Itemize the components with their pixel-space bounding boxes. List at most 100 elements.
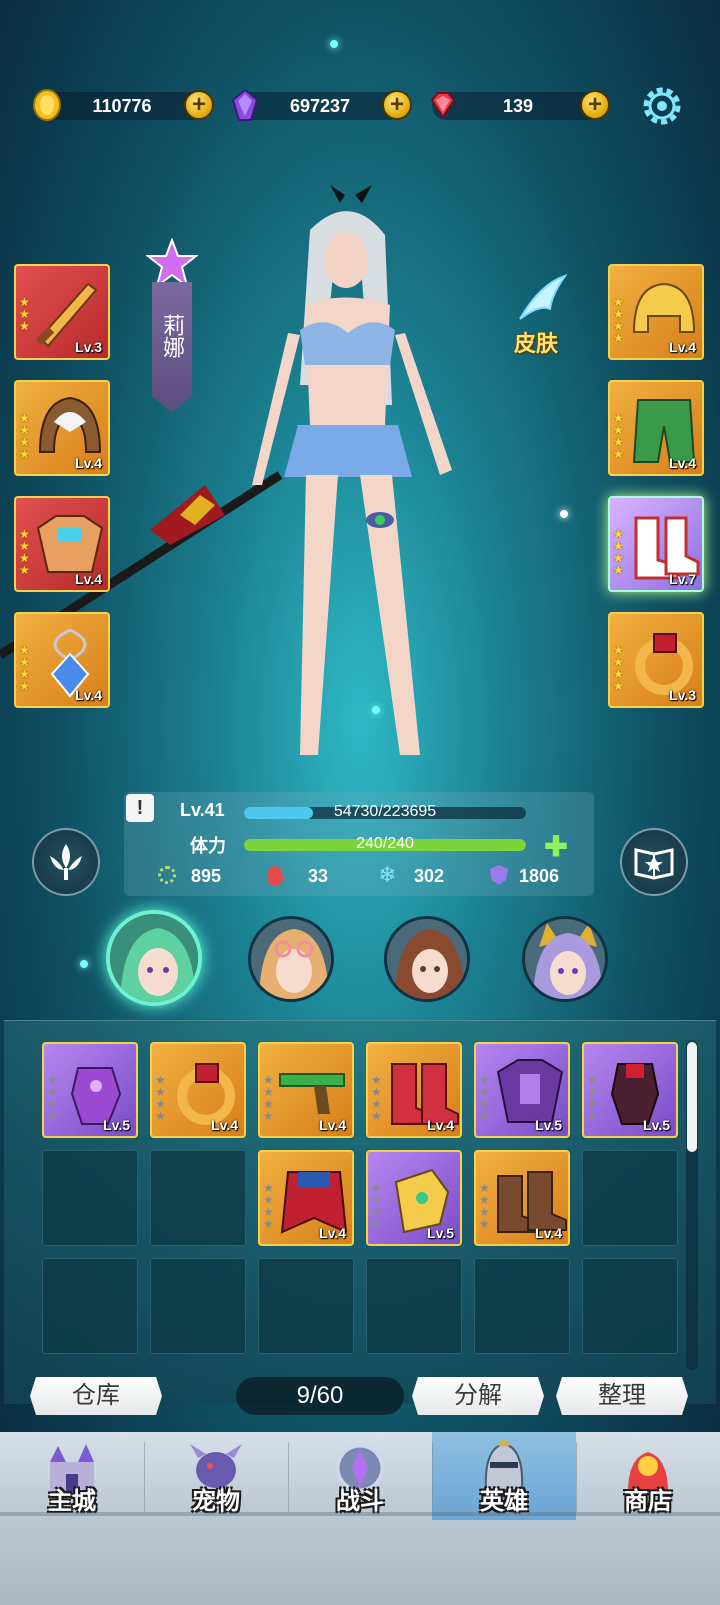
skin-label[interactable]: 皮肤 [514, 326, 558, 358]
star-rating: ★ ★ ★ ★ [19, 528, 31, 576]
star-rating: ★ ★ ★ ★ [587, 1074, 599, 1122]
nav-label: 宠物 [192, 1488, 240, 1515]
inventory-empty-slot[interactable] [258, 1258, 354, 1354]
hero-emblem-button[interactable] [32, 828, 100, 896]
defense-value: 1806 [519, 866, 560, 886]
add-diamond-button[interactable]: + [382, 90, 412, 120]
inventory-empty-slot[interactable] [42, 1258, 138, 1354]
star-icon: ★ [263, 1217, 274, 1231]
right-equip-slot-helmet[interactable]: ★ ★ ★ ★ Lv.4 [608, 264, 704, 360]
nav-separator [432, 1442, 433, 1512]
star-rating: ★ ★ ★ ★ [479, 1074, 491, 1122]
nav-separator [288, 1442, 289, 1512]
nav-tab-1[interactable]: 主城 [0, 1432, 144, 1520]
stamina-text: 240/240 [356, 835, 414, 852]
nav-tab-2[interactable]: 宠物 [144, 1432, 288, 1520]
left-equip-slot-amulet[interactable]: ★ ★ ★ ★ Lv.4 [14, 612, 110, 708]
inventory-empty-slot[interactable] [474, 1258, 570, 1354]
diamond-value: 697237 [289, 96, 351, 116]
inventory-item-ring[interactable]: ★ ★ ★ ★ Lv.4 [150, 1042, 246, 1138]
inventory-empty-slot[interactable] [582, 1150, 678, 1246]
gold-coin-icon [33, 89, 61, 121]
hero-level: Lv.41 [180, 800, 225, 820]
right-equip-slot-pants[interactable]: ★ ★ ★ ★ Lv.4 [608, 380, 704, 476]
item-level: Lv.4 [427, 1117, 454, 1133]
hero-avatar-green-hair[interactable] [106, 910, 202, 1006]
left-equip-slot-armor[interactable]: ★ ★ ★ ★ Lv.4 [14, 496, 110, 592]
item-level: Lv.4 [319, 1117, 346, 1133]
fire-value: 33 [308, 866, 329, 886]
background-sparkle [330, 40, 338, 48]
decompose-button[interactable]: 分解 [412, 1377, 544, 1415]
inventory-empty-slot[interactable] [366, 1258, 462, 1354]
nav-tab-5[interactable]: 商店 [576, 1432, 720, 1520]
hero-avatar-brown-hair[interactable] [384, 916, 470, 1002]
ruby-counter: 139 + [430, 90, 610, 120]
star-rating: ★ ★ ★ ★ [263, 1182, 275, 1230]
inventory-empty-slot[interactable] [150, 1258, 246, 1354]
add-ruby-button[interactable]: + [580, 90, 610, 120]
nav-tab-3[interactable]: 战斗 [288, 1432, 432, 1520]
star-rating: ★ ★ ★ ★ [613, 644, 625, 692]
gold-counter: 110776 + [33, 89, 214, 121]
purple-crystal-icon [231, 88, 259, 121]
right-equip-slot-ring[interactable]: ★ ★ ★ ★ Lv.3 [608, 612, 704, 708]
star-icon: ★ [19, 679, 30, 693]
inventory-item-cape[interactable]: ★ ★ ★ ★ Lv.4 [258, 1150, 354, 1246]
add-stamina-button[interactable]: ✚ [543, 833, 569, 861]
organize-button[interactable]: 整理 [556, 1377, 688, 1415]
left-equip-slot-sword[interactable]: ★ ★ ★ Lv.3 [14, 264, 110, 360]
left-equip-slot-hood[interactable]: ★ ★ ★ ★ Lv.4 [14, 380, 110, 476]
star-icon: ★ [479, 1217, 490, 1231]
star-rating: ★ ★ ★ ★ [155, 1074, 167, 1122]
inventory-item-brown-boots[interactable]: ★ ★ ★ ★ Lv.4 [474, 1150, 570, 1246]
inventory-empty-slot[interactable] [42, 1150, 138, 1246]
inventory-item-gold-gauntlet[interactable]: ★ ★ ★ ★ Lv.5 [366, 1150, 462, 1246]
ice-value: 302 [414, 866, 445, 886]
inventory-item-gun[interactable]: ★ ★ ★ ★ Lv.4 [258, 1042, 354, 1138]
inventory-empty-slot[interactable] [150, 1150, 246, 1246]
exp-bar: 54730/223695 [244, 803, 526, 820]
star-icon: ★ [613, 679, 624, 693]
star-rating: ★ ★ ★ ★ [19, 644, 31, 692]
add-gold-button[interactable]: + [184, 90, 214, 120]
wing-icon [519, 274, 568, 320]
inventory-item-dark-gauntlet[interactable]: ★ ★ ★ ★ Lv.5 [582, 1042, 678, 1138]
red-gem-icon [430, 92, 456, 119]
star-icon: ★ [613, 331, 624, 345]
nav-label: 战斗 [336, 1488, 384, 1515]
inventory-item-dark-armor[interactable]: ★ ★ ★ ★ Lv.5 [474, 1042, 570, 1138]
hero-book-button[interactable] [620, 828, 688, 896]
star-icon: ★ [613, 563, 624, 577]
equip-level: Lv.4 [669, 455, 696, 471]
fleur-icon [50, 844, 82, 880]
equip-level: Lv.4 [75, 687, 102, 703]
warehouse-button[interactable]: 仓库 [30, 1377, 162, 1415]
hero-name-banner: 莉娜 [152, 282, 192, 412]
inventory-scrollbar[interactable] [686, 1040, 698, 1370]
nav-separator [576, 1442, 577, 1512]
star-icon: ★ [19, 319, 30, 333]
inventory-item-gauntlet[interactable]: ★ ★ ★ ★ Lv.5 [42, 1042, 138, 1138]
star-icon: ★ [47, 1109, 58, 1123]
hero-avatar-blonde-goggles[interactable] [248, 916, 334, 1002]
inventory-empty-slot[interactable] [582, 1258, 678, 1354]
star-rating: ★ ★ ★ ★ [371, 1074, 383, 1122]
fire-icon [267, 866, 283, 886]
inventory-item-red-boots[interactable]: ★ ★ ★ ★ Lv.4 [366, 1042, 462, 1138]
attack-icon [158, 866, 176, 884]
settings-button[interactable] [640, 84, 684, 128]
nav-tab-4[interactable]: 英雄 [432, 1432, 576, 1520]
stamina-label: 体力 [190, 836, 226, 856]
star-rating: ★ ★ ★ ★ [613, 412, 625, 460]
hero-avatar-cat-ears[interactable] [522, 916, 608, 1002]
star-icon: ★ [19, 563, 30, 577]
right-equip-slot-boots[interactable]: ★ ★ ★ ★ Lv.7 [608, 496, 704, 592]
item-level: Lv.5 [103, 1117, 130, 1133]
background-sparkle [80, 960, 88, 968]
star-icon: ★ [371, 1109, 382, 1123]
info-button[interactable]: ! [126, 794, 154, 822]
equip-level: Lv.4 [75, 571, 102, 587]
scrollbar-thumb[interactable] [687, 1042, 697, 1152]
nav-separator [144, 1442, 145, 1512]
